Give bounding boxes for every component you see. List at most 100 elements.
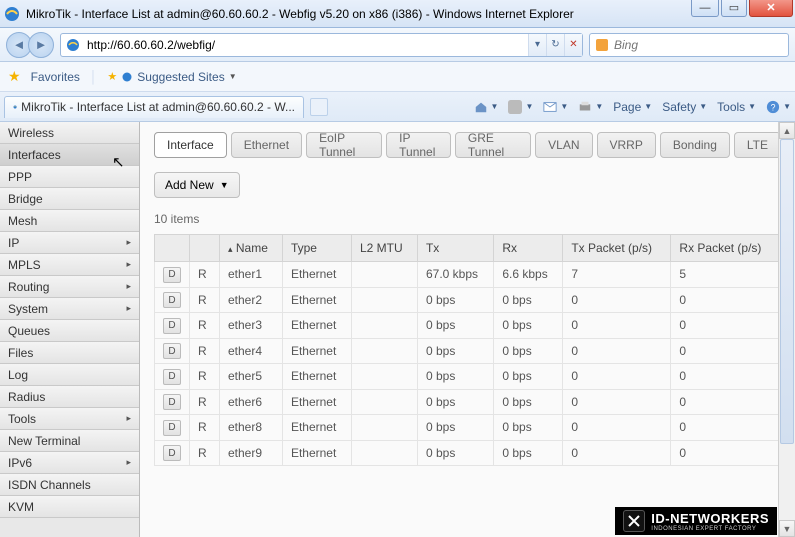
cell-txp: 0 [563,338,671,364]
sidebar-item-routing[interactable]: Routing▸ [0,276,139,298]
sidebar-item-isdn-channels[interactable]: ISDN Channels [0,474,139,496]
table-row[interactable]: DRether6Ethernet0 bps0 bps00 [155,389,781,415]
bing-icon [594,37,610,53]
disable-button[interactable]: D [163,292,181,308]
scroll-up-button[interactable]: ▲ [779,122,795,139]
scroll-track[interactable] [779,139,795,520]
address-input[interactable] [85,35,528,55]
address-bar[interactable]: ▾ ↻ ✕ [60,33,583,57]
sidebar-item-mpls[interactable]: MPLS▸ [0,254,139,276]
tab-bonding[interactable]: Bonding [660,132,730,158]
sidebar-item-system[interactable]: System▸ [0,298,139,320]
col-flag[interactable] [190,235,220,262]
page-menu[interactable]: Page▼ [613,100,652,114]
cell-tx: 67.0 kbps [417,262,493,288]
cell-name[interactable]: ether6 [220,389,283,415]
scroll-thumb[interactable] [780,139,794,444]
disable-button[interactable]: D [163,267,181,283]
col-tx[interactable]: Tx [417,235,493,262]
col-l2mtu[interactable]: L2 MTU [351,235,417,262]
tab-vlan[interactable]: VLAN [535,132,592,158]
sidebar-item-wireless[interactable]: Wireless [0,122,139,144]
disable-button[interactable]: D [163,420,181,436]
sidebar-item-bridge[interactable]: Bridge [0,188,139,210]
cell-name[interactable]: ether9 [220,440,283,466]
suggested-sites[interactable]: ★ Suggested Sites ▼ [107,70,236,84]
minimize-button[interactable]: — [691,0,719,17]
tab-lte[interactable]: LTE [734,132,781,158]
disable-button[interactable]: D [163,445,181,461]
sidebar-item-new-terminal[interactable]: New Terminal [0,430,139,452]
sidebar-item-kvm[interactable]: KVM [0,496,139,518]
sidebar-item-files[interactable]: Files [0,342,139,364]
tab-ip-tunnel[interactable]: IP Tunnel [386,132,451,158]
table-row[interactable]: DRether1Ethernet67.0 kbps6.6 kbps75 [155,262,781,288]
cell-txp: 0 [563,313,671,339]
add-new-button[interactable]: Add New ▼ [154,172,240,198]
cell-flag: R [190,440,220,466]
sidebar-item-radius[interactable]: Radius [0,386,139,408]
favorites-label[interactable]: Favorites [31,70,80,84]
vertical-scrollbar[interactable]: ▲ ▼ [778,122,795,537]
cell-type: Ethernet [282,440,351,466]
tab-gre-tunnel[interactable]: GRE Tunnel [455,132,531,158]
help-button[interactable]: ?▼ [766,100,791,114]
home-button[interactable]: ▼ [474,100,499,114]
cell-name[interactable]: ether2 [220,287,283,313]
cell-name[interactable]: ether5 [220,364,283,390]
disable-button[interactable]: D [163,343,181,359]
disable-button[interactable]: D [163,369,181,385]
disable-button[interactable]: D [163,394,181,410]
tab-vrrp[interactable]: VRRP [597,132,656,158]
tab-interface[interactable]: Interface [154,132,227,158]
col-type[interactable]: Type [282,235,351,262]
sidebar-item-ip[interactable]: IP▸ [0,232,139,254]
table-row[interactable]: DRether8Ethernet0 bps0 bps00 [155,415,781,441]
forward-button[interactable]: ► [28,32,54,58]
tab-ethernet[interactable]: Ethernet [231,132,302,158]
cell-name[interactable]: ether8 [220,415,283,441]
col-rxp[interactable]: Rx Packet (p/s) [671,235,781,262]
table-row[interactable]: DRether2Ethernet0 bps0 bps00 [155,287,781,313]
scroll-down-button[interactable]: ▼ [779,520,795,537]
col-txp[interactable]: Tx Packet (p/s) [563,235,671,262]
cell-name[interactable]: ether1 [220,262,283,288]
sidebar-item-ipv6[interactable]: IPv6▸ [0,452,139,474]
table-row[interactable]: DRether9Ethernet0 bps0 bps00 [155,440,781,466]
sidebar-item-interfaces[interactable]: Interfaces [0,144,139,166]
watermark-icon [623,510,645,532]
browser-tab[interactable]: MikroTik - Interface List at admin@60.60… [4,96,304,118]
tools-menu[interactable]: Tools▼ [717,100,756,114]
search-input[interactable] [614,38,788,52]
tab-eoip-tunnel[interactable]: EoIP Tunnel [306,132,382,158]
safety-menu[interactable]: Safety▼ [662,100,707,114]
new-tab-button[interactable] [310,98,328,116]
cell-l2mtu [351,415,417,441]
sidebar-item-tools[interactable]: Tools▸ [0,408,139,430]
table-row[interactable]: DRether4Ethernet0 bps0 bps00 [155,338,781,364]
disable-button[interactable]: D [163,318,181,334]
col-name[interactable]: ▴ Name [220,235,283,262]
cell-name[interactable]: ether3 [220,313,283,339]
mail-button[interactable]: ▼ [543,100,568,114]
table-row[interactable]: DRether3Ethernet0 bps0 bps00 [155,313,781,339]
sidebar-item-queues[interactable]: Queues [0,320,139,342]
table-row[interactable]: DRether5Ethernet0 bps0 bps00 [155,364,781,390]
sidebar: WirelessInterfacesPPPBridgeMeshIP▸MPLS▸R… [0,122,140,537]
stop-button[interactable]: ✕ [564,34,582,56]
col-rx[interactable]: Rx [494,235,563,262]
print-button[interactable]: ▼ [578,100,603,114]
address-dropdown[interactable]: ▾ [528,34,546,56]
cell-name[interactable]: ether4 [220,338,283,364]
sidebar-item-log[interactable]: Log [0,364,139,386]
col-disable[interactable] [155,235,190,262]
close-button[interactable]: ✕ [749,0,793,17]
feeds-button[interactable]: ▼ [508,100,533,114]
tab-label: MikroTik - Interface List at admin@60.60… [21,100,295,114]
sidebar-item-ppp[interactable]: PPP [0,166,139,188]
interface-table: ▴ Name Type L2 MTU Tx Rx Tx Packet (p/s)… [154,234,781,466]
sidebar-item-mesh[interactable]: Mesh [0,210,139,232]
refresh-button[interactable]: ↻ [546,34,564,56]
maximize-button[interactable]: ▭ [721,0,747,17]
search-box[interactable] [589,33,789,57]
